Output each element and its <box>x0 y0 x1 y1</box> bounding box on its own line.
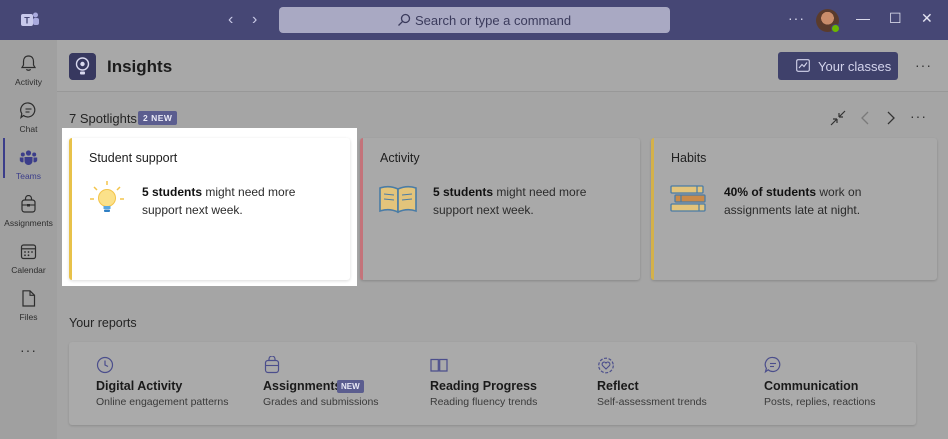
rail-item-assignments[interactable]: Assignments <box>0 191 57 237</box>
report-description: Reading fluency trends <box>430 396 538 408</box>
report-name: Communication <box>764 379 859 393</box>
forward-arrow-icon[interactable]: › <box>252 11 257 29</box>
report-communication[interactable]: Communication Posts, replies, reactions <box>737 342 902 425</box>
chat-icon <box>20 102 36 120</box>
reports-title: Your reports <box>69 316 137 330</box>
card-accent <box>651 138 654 280</box>
card-text: 5 students might need more support next … <box>433 185 587 217</box>
insights-app-icon <box>69 53 96 80</box>
heart-icon <box>598 357 614 374</box>
new-badge: NEW <box>337 380 364 393</box>
more-options-icon[interactable]: ··· <box>915 57 932 73</box>
card-title: Habits <box>671 151 707 165</box>
card-title: Activity <box>380 151 420 165</box>
rail-item-calendar[interactable]: Calendar <box>0 238 57 284</box>
report-description: Online engagement patterns <box>96 396 229 408</box>
report-description: Posts, replies, reactions <box>764 396 876 408</box>
next-icon[interactable] <box>885 110 897 126</box>
book-icon <box>430 358 448 372</box>
report-assignments[interactable]: Assignments NEW Grades and submissions <box>236 342 401 425</box>
card-accent <box>360 138 363 280</box>
bell-icon <box>20 55 37 71</box>
your-classes-button[interactable]: Your classes <box>778 52 898 80</box>
classes-icon <box>796 59 810 72</box>
files-icon <box>22 290 36 307</box>
card-title: Student support <box>89 151 178 165</box>
report-reading-progress[interactable]: Reading Progress Reading fluency trends <box>403 342 568 425</box>
previous-icon[interactable] <box>859 110 871 126</box>
search-input[interactable]: Search or type a command <box>279 7 670 33</box>
page-title: Insights <box>107 57 173 76</box>
close-icon[interactable]: ✕ <box>921 10 933 27</box>
report-reflect[interactable]: Reflect Self-assessment trends <box>570 342 735 425</box>
assignments-icon <box>21 195 36 213</box>
report-name: Assignments <box>263 379 342 393</box>
rail-label: Files <box>19 312 38 322</box>
calendar-icon <box>20 244 37 260</box>
card-text: 5 students might need more support next … <box>142 185 296 217</box>
report-name: Digital Activity <box>96 379 183 393</box>
open-book-icon <box>379 185 417 214</box>
reports-panel: Digital Activity Online engagement patte… <box>69 342 916 425</box>
page-header: Insights Your classes ··· <box>57 40 948 92</box>
presence-status-icon <box>831 24 840 33</box>
chat-bubble-icon <box>764 356 781 374</box>
teams-icon <box>19 150 38 165</box>
spotlight-card-activity[interactable]: Activity 5 students might need more supp… <box>360 138 640 280</box>
maximize-icon[interactable]: ☐ <box>889 10 902 27</box>
rail-label: Teams <box>15 171 42 181</box>
spotlight-card-student-support[interactable]: Student support 5 students might need mo… <box>69 138 350 280</box>
more-options-icon[interactable]: ··· <box>788 10 805 26</box>
teams-logo-icon: T <box>21 12 39 26</box>
clock-icon <box>96 356 114 374</box>
rail-label: Chat <box>19 124 38 134</box>
spotlights-title: 7 Spotlights <box>69 111 137 126</box>
your-classes-label: Your classes <box>818 59 892 74</box>
search-icon <box>398 13 411 26</box>
assignment-bag-icon <box>264 356 280 374</box>
rail-label: Calendar <box>11 265 46 275</box>
card-accent <box>69 138 72 280</box>
minimize-icon[interactable]: — <box>856 10 870 26</box>
report-description: Self-assessment trends <box>597 396 707 408</box>
rail-item-activity[interactable]: Activity <box>0 50 57 96</box>
rail-item-teams[interactable]: Teams <box>0 144 57 190</box>
svg-text:T: T <box>24 16 30 26</box>
report-description: Grades and submissions <box>263 396 379 408</box>
more-apps-icon[interactable]: ··· <box>0 342 57 358</box>
card-text: 40% of students work on assignments late… <box>724 185 862 217</box>
collapse-icon[interactable] <box>830 110 846 126</box>
new-badge: 2 NEW <box>138 111 178 125</box>
rail-item-chat[interactable]: Chat <box>0 97 57 143</box>
rail-item-files[interactable]: Files <box>0 285 57 331</box>
title-bar: T ‹ › Search or type a command ··· — ☐ ✕ <box>0 0 948 40</box>
lightbulb-icon <box>90 181 124 212</box>
report-name: Reading Progress <box>430 379 537 393</box>
rail-label: Activity <box>15 77 42 87</box>
report-name: Reflect <box>597 379 639 393</box>
back-arrow-icon[interactable]: ‹ <box>228 11 233 29</box>
report-digital-activity[interactable]: Digital Activity Online engagement patte… <box>69 342 234 425</box>
books-icon <box>670 185 706 212</box>
search-placeholder: Search or type a command <box>415 13 572 28</box>
left-rail: Activity Chat Teams Assignments Calendar… <box>0 40 57 439</box>
spotlight-card-habits[interactable]: Habits 40% of students work on assignmen… <box>651 138 937 280</box>
rail-label: Assignments <box>4 218 53 228</box>
spotlights-more-icon[interactable]: ··· <box>910 108 927 124</box>
